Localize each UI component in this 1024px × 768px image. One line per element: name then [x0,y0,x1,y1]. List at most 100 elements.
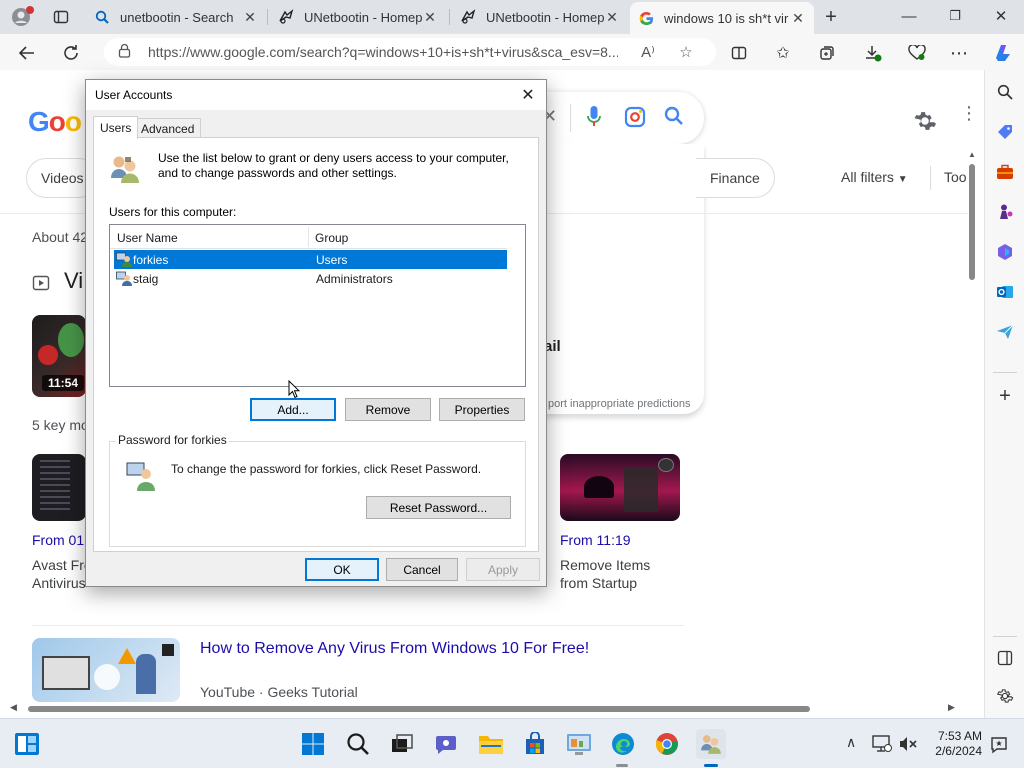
copilot-icon[interactable] [990,40,1016,66]
search-icon[interactable] [993,80,1017,104]
edge-browser-icon[interactable] [608,729,638,759]
window-close-button[interactable]: ✕ [978,0,1024,32]
moment-thumbnail-left[interactable] [32,454,86,521]
tab-unetbootin-homepage-1[interactable]: UNetbootin - Homepa ✕ [270,3,446,31]
moment-time-left[interactable]: From 01: [32,532,88,548]
user-accounts-taskbar-icon[interactable] [696,729,726,759]
apply-button[interactable]: Apply [466,558,540,581]
column-group[interactable]: Group [315,231,348,245]
read-aloud-icon[interactable]: A⁾ [636,40,660,64]
column-user-name[interactable]: User Name [117,231,178,245]
split-screen-icon[interactable] [726,40,752,66]
users-list[interactable]: User Name Group forkies Users staig Admi… [109,224,526,387]
outlook-icon[interactable] [993,280,1017,304]
apps-menu-icon[interactable]: ⋮ [960,104,978,130]
close-icon[interactable]: ✕ [242,9,258,26]
reset-password-button[interactable]: Reset Password... [366,496,511,519]
dialog-close-button[interactable]: ✕ [514,82,542,108]
microphone-icon[interactable] [586,104,602,131]
dialog-title-bar[interactable]: User Accounts ✕ [86,80,546,110]
tab-unetbootin-search[interactable]: unetbootin - Search ✕ [86,3,266,31]
games-chess-icon[interactable] [993,200,1017,224]
video-thumbnail-1[interactable]: 11:54 [32,315,86,397]
collections-icon[interactable] [814,40,840,66]
sidebar-settings-icon[interactable] [993,684,1017,708]
profile-alert-badge [26,6,34,14]
notifications-icon[interactable] [990,736,1008,757]
shopping-tag-icon[interactable] [993,120,1017,144]
moment-time-right[interactable]: From 11:19 [560,532,631,548]
chip-finance[interactable]: Finance [696,158,775,198]
cancel-button[interactable]: Cancel [386,558,458,581]
url-text[interactable]: https://www.google.com/search?q=windows+… [138,44,618,60]
vertical-scrollbar[interactable]: ▲ ▼ [968,150,976,718]
downloads-icon[interactable] [860,40,886,66]
volume-muted-icon[interactable] [898,735,918,756]
settings-gear-icon[interactable] [912,108,938,137]
properties-button[interactable]: Properties [439,398,525,421]
control-panel-icon[interactable] [564,729,594,759]
tools-briefcase-icon[interactable] [993,160,1017,184]
new-tab-button[interactable]: + [818,4,844,30]
ok-button[interactable]: OK [305,558,379,581]
browser-essentials-icon[interactable] [904,40,930,66]
lock-icon[interactable] [118,43,138,61]
start-windows-icon[interactable] [298,729,328,759]
send-telegram-icon[interactable] [993,320,1017,344]
tab-google-search-active[interactable]: windows 10 is sh*t vir ✕ [630,2,814,34]
result-title-link[interactable]: How to Remove Any Virus From Windows 10 … [200,640,589,658]
tab-users[interactable]: Users [93,116,139,139]
chat-teams-icon[interactable] [431,729,461,759]
close-icon[interactable]: ✕ [422,9,438,26]
favorite-star-icon[interactable]: ☆ [674,40,698,64]
video-thumbnail-2[interactable] [32,638,180,702]
users-list-label: Users for this computer: [109,205,237,219]
url-field[interactable]: https://www.google.com/search?q=windows+… [104,38,716,66]
show-hidden-icons-chevron-up-icon[interactable]: ∧ [846,734,856,751]
close-icon[interactable]: ✕ [604,9,620,26]
moment-thumbnail-right[interactable] [560,454,680,521]
system-clock[interactable]: 7:53 AM 2/6/2024 [928,729,982,759]
taskbar-search-icon[interactable] [343,729,373,759]
moment-caption-right-2: from Startup [560,575,638,591]
intro-text: Use the list below to grant or deny user… [158,151,509,180]
tab-unetbootin-homepage-2[interactable]: UNetbootin - Homepa ✕ [452,3,628,31]
refresh-button[interactable] [58,40,84,66]
chrome-icon[interactable] [652,729,682,759]
microsoft-store-icon[interactable] [520,729,550,759]
result-source: YouTube · Geeks Tutorial [200,684,358,700]
tools-button[interactable]: Too [944,169,967,185]
widgets-icon[interactable] [12,729,42,759]
hide-sidebar-icon[interactable] [993,646,1017,670]
more-options-icon[interactable]: ⋯ [946,40,972,66]
search-submit-icon[interactable] [664,106,684,129]
caret-down-icon: ▼ [897,174,908,185]
favorites-icon[interactable]: ✩ [770,40,796,66]
close-icon[interactable]: ✕ [790,10,806,27]
network-icon[interactable] [872,735,892,756]
google-logo[interactable]: Goo [28,106,82,138]
remove-user-button[interactable]: Remove [345,398,431,421]
add-sidebar-app-icon[interactable]: + [993,384,1017,408]
tab-advanced[interactable]: Advanced [134,118,202,138]
user-row-staig[interactable]: staig Administrators [114,269,507,288]
user-row-forkies[interactable]: forkies Users [114,250,507,269]
task-view-icon[interactable] [387,729,417,759]
scroll-up-icon[interactable]: ▲ [968,150,976,159]
restore-button[interactable]: ❐ [932,0,978,32]
file-explorer-icon[interactable] [476,729,506,759]
report-predictions-link[interactable]: port inappropriate predictions [548,398,690,410]
tab-actions-icon[interactable] [48,4,74,30]
scroll-left-icon[interactable]: ◀ [10,702,17,713]
minimize-button[interactable]: — [886,0,932,32]
edge-sidebar: + [984,70,1024,718]
scroll-right-icon[interactable]: ▶ [948,702,955,713]
scrollbar-thumb[interactable] [28,706,810,712]
microsoft-365-icon[interactable] [993,240,1017,264]
scrollbar-thumb[interactable] [969,164,975,280]
horizontal-scrollbar[interactable]: ◀ ▶ [4,702,968,716]
lens-camera-icon[interactable] [624,106,646,131]
search-box[interactable]: ✕ [520,92,704,144]
back-button[interactable] [14,40,40,66]
all-filters-button[interactable]: All filters ▼ [841,169,908,185]
